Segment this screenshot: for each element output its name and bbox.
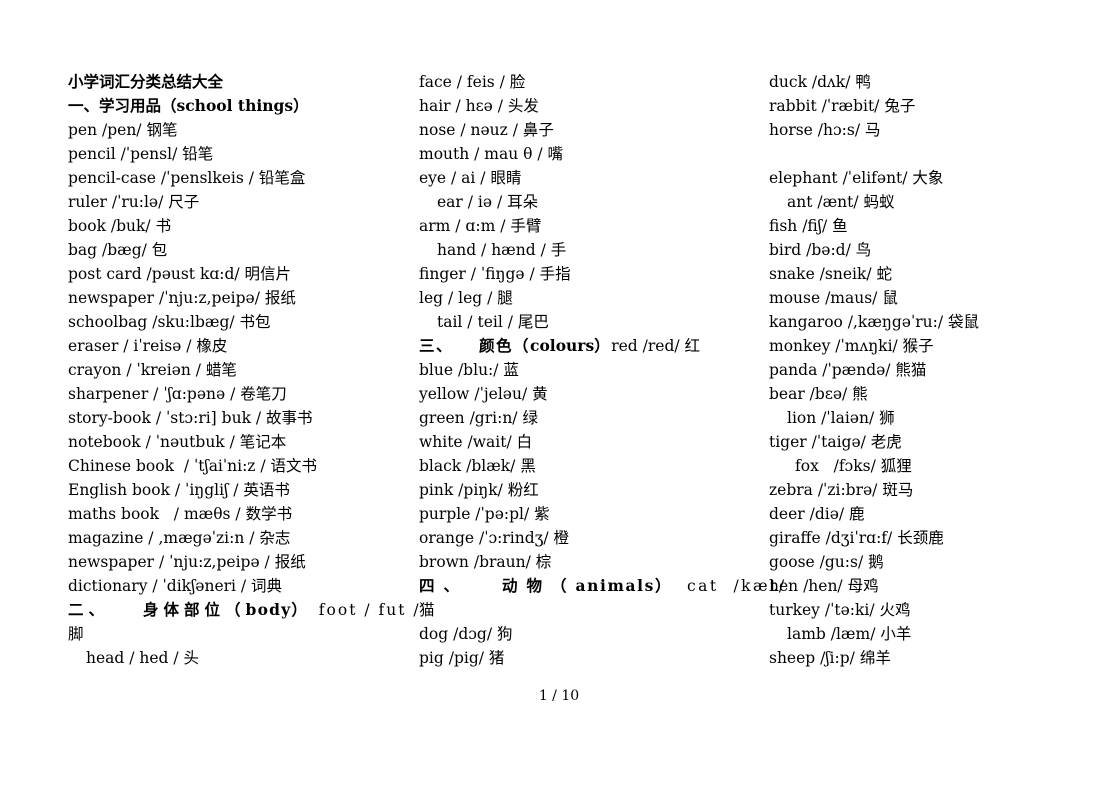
page-number: 1 / 10 <box>538 688 580 704</box>
section-trailing-entry: red /red/ 红 <box>611 337 701 355</box>
vocabulary-entry: lamb /læm/ 小羊 <box>787 625 912 643</box>
vocabulary-entry: hen /hen/ 母鸡 <box>769 577 879 595</box>
section-title-cn: 身体部位（ <box>143 601 246 619</box>
vocabulary-entry: orange /ˈɔ:rindʒ/ 橙 <box>419 529 570 547</box>
vocabulary-entry: rabbit /ˈræbit/ 兔子 <box>769 97 916 115</box>
section-title-close: ） <box>655 577 680 595</box>
section-heading: 四、 动物（animals） cat /kæt/ <box>419 574 784 598</box>
vocabulary-entry: post card /pəust kɑ:d/ 明信片 <box>68 265 292 283</box>
vocabulary-entry: arm / ɑ:m / 手臂 <box>419 217 542 235</box>
vocabulary-entry: English book / ˈiŋgliʃ / 英语书 <box>68 481 290 499</box>
column-2: face / feis / 脸 hair / hɛə / 头发 nose / nəu… <box>419 70 784 670</box>
vocabulary-entry: sharpener / ˈʃɑ:pənə / 卷笔刀 <box>68 385 287 403</box>
vocabulary-entry: lion /ˈlaiən/ 狮 <box>787 409 895 427</box>
vocabulary-entry: hair / hɛə / 头发 <box>419 97 539 115</box>
vocabulary-entry: newspaper /ˈnju:z,peipə/ 报纸 <box>68 289 296 307</box>
vocabulary-entry: eraser / iˈreisə / 橡皮 <box>68 337 228 355</box>
vocabulary-entry: panda /ˈpændə/ 熊猫 <box>769 361 927 379</box>
document-page: 小学词汇分类总结大全 一、学习用品（school things） pen /pen/… <box>0 0 1118 790</box>
vocabulary-entry: sheep /ʃi:p/ 绵羊 <box>769 649 891 667</box>
section-title-cn: 动物（ <box>502 577 576 595</box>
vocabulary-entry: monkey /ˈmʌŋki/ 猴子 <box>769 337 934 355</box>
section-title-close: ） <box>293 97 309 115</box>
vocabulary-entry: black /blæk/ 黑 <box>419 457 536 475</box>
column-3: duck /dʌk/ 鸭 rabbit /ˈræbit/ 兔子 horse /hɔ:… <box>769 70 1109 670</box>
section-title-en: body <box>245 600 292 619</box>
section-title-close: ） <box>594 337 612 355</box>
vocabulary-entry: elephant /ˈelifənt/ 大象 <box>769 169 944 187</box>
vocabulary-entry: Chinese book / ˈtʃaiˈni:z / 语文书 <box>68 457 318 475</box>
vocabulary-entry: head / hed / 头 <box>86 649 200 667</box>
vocabulary-entry: bird /bə:d/ 鸟 <box>769 241 872 259</box>
vocabulary-entry: fish /fiʃ/ 鱼 <box>769 217 848 235</box>
vocabulary-entry: brown /braun/ 棕 <box>419 553 552 571</box>
vocabulary-entry: pink /piŋk/ 粉红 <box>419 481 539 499</box>
vocabulary-entry: yellow /ˈjeləu/ 黄 <box>419 385 548 403</box>
vocabulary-entry: deer /diə/ 鹿 <box>769 505 865 523</box>
column-1: 小学词汇分类总结大全 一、学习用品（school things） pen /pen/… <box>68 70 419 670</box>
vocabulary-entry: pencil-case /ˈpenslkeis / 铅笔盒 <box>68 169 306 187</box>
vocabulary-entry: goose /gu:s/ 鹅 <box>769 553 884 571</box>
vocabulary-entry: ant /ænt/ 蚂蚁 <box>787 193 895 211</box>
vocabulary-entry: fox /fɔks/ 狐狸 <box>795 457 912 475</box>
vocabulary-entry: maths book / mæθs / 数学书 <box>68 505 293 523</box>
vocabulary-entry: tiger /ˈtaigə/ 老虎 <box>769 433 902 451</box>
vocabulary-entry: leg / leg / 腿 <box>419 289 513 307</box>
vocabulary-entry: eye / ai / 眼睛 <box>419 169 522 187</box>
vocabulary-entry: crayon / ˈkreiən / 蜡笔 <box>68 361 237 379</box>
vocabulary-entry: pencil /ˈpensl/ 铅笔 <box>68 145 214 163</box>
vocabulary-entry: pen /pen/ 钢笔 <box>68 121 178 139</box>
vocabulary-entry: pig /pig/ 猪 <box>419 649 505 667</box>
vocabulary-entry: notebook / ˈnəutbuk / 笔记本 <box>68 433 287 451</box>
vocabulary-entry: face / feis / 脸 <box>419 73 526 91</box>
vocabulary-entry: dictionary / ˈdikʃəneri / 词典 <box>68 577 283 595</box>
section-number: 一、学习用品（ <box>68 97 177 115</box>
vocabulary-entry: newspaper / ˈnju:z,peipə / 报纸 <box>68 553 306 571</box>
vocabulary-entry: purple /ˈpə:pl/ 紫 <box>419 505 550 523</box>
section-title-cn: 颜色（ <box>479 337 531 355</box>
vocabulary-entry: ruler /ˈru:lə/ 尺子 <box>68 193 200 211</box>
vocabulary-entry: dog /dɔg/ 狗 <box>419 625 513 643</box>
section-title-en: colours <box>530 336 595 355</box>
vocabulary-entry: book /buk/ 书 <box>68 217 172 235</box>
vocabulary-entry: tail / teil / 尾巴 <box>437 313 549 331</box>
vocabulary-entry: horse /hɔ:s/ 马 <box>769 121 881 139</box>
vocabulary-entry: mouse /maus/ 鼠 <box>769 289 898 307</box>
vocabulary-entry: turkey /ˈtə:ki/ 火鸡 <box>769 601 911 619</box>
vocabulary-entry: bear /bɛə/ 熊 <box>769 385 868 403</box>
vocabulary-entry: hand / hænd / 手 <box>437 241 567 259</box>
vocabulary-entry: 脚 <box>68 625 84 643</box>
vocabulary-entry: duck /dʌk/ 鸭 <box>769 73 871 91</box>
vocabulary-entry: nose / nəuz / 鼻子 <box>419 121 554 139</box>
section-number: 三、 <box>419 337 454 355</box>
section-title-en: animals <box>575 576 655 595</box>
section-heading: 一、学习用品（school things） <box>68 94 413 118</box>
section-trailing-entry: foot / fut / <box>311 601 421 619</box>
vocabulary-entry: green /gri:n/ 绿 <box>419 409 538 427</box>
section-number: 四、 <box>419 577 469 595</box>
vocabulary-entry: schoolbag /sku:lbæg/ 书包 <box>68 313 271 331</box>
vocabulary-entry: mouth / mau θ / 嘴 <box>419 145 564 163</box>
vocabulary-entry: story-book / ˈstɔ:ri] buk / 故事书 <box>68 409 313 427</box>
document-title: 小学词汇分类总结大全 <box>68 73 224 91</box>
section-title-close: ） <box>291 601 312 619</box>
vocabulary-entry: kangaroo /,kæŋgəˈru:/ 袋鼠 <box>769 313 979 331</box>
vocabulary-entry: finger / ˈfiŋgə / 手指 <box>419 265 571 283</box>
section-number: 二、 <box>68 601 110 619</box>
vocabulary-entry: magazine / ,mægəˈzi:n / 杂志 <box>68 529 291 547</box>
vocabulary-entry: ear / iə / 耳朵 <box>437 193 539 211</box>
vocabulary-entry: white /wait/ 白 <box>419 433 533 451</box>
section-heading: 二、 身体部位（body） foot / fut / <box>68 598 419 622</box>
vocabulary-entry: 猫 <box>419 601 435 619</box>
section-title-en: school things <box>176 96 294 115</box>
section-heading: 三、 颜色（colours）red /red/ 红 <box>419 334 764 358</box>
vocabulary-entry: giraffe /dʒiˈrɑ:f/ 长颈鹿 <box>769 529 944 547</box>
vocabulary-entry: bag /bæg/ 包 <box>68 241 168 259</box>
vocabulary-entry: snake /sneik/ 蛇 <box>769 265 893 283</box>
vocabulary-entry: blue /blu:/ 蓝 <box>419 361 519 379</box>
vocabulary-entry: zebra /ˈzi:brə/ 斑马 <box>769 481 914 499</box>
